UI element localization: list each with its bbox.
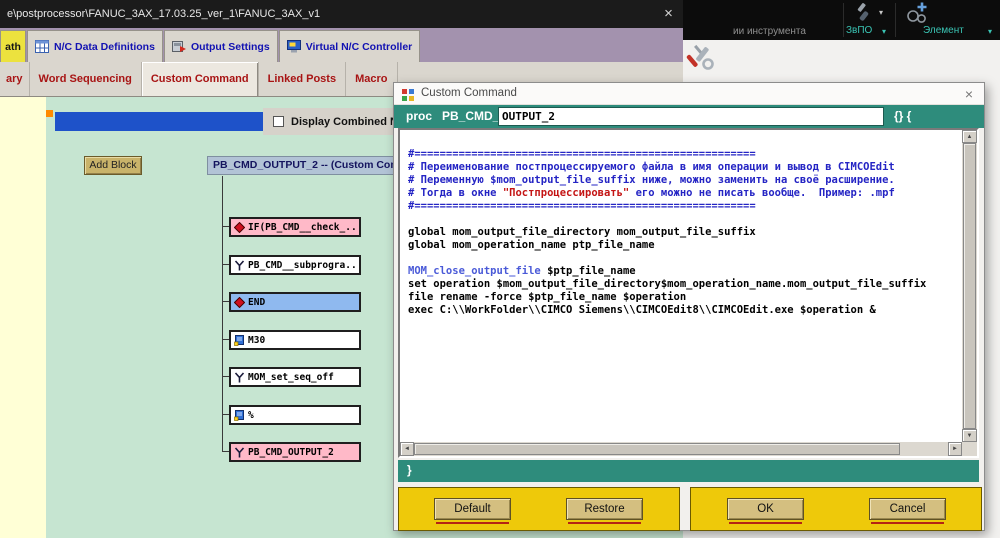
block-icon bbox=[234, 335, 245, 346]
tab-output-settings[interactable]: Output Settings bbox=[164, 30, 278, 62]
left-button-panel: Default Restore bbox=[398, 487, 680, 531]
default-button[interactable]: Default bbox=[434, 498, 511, 520]
scroll-down-button[interactable]: ▼ bbox=[962, 429, 977, 442]
close-icon[interactable]: × bbox=[654, 0, 683, 28]
tree-node-output2[interactable]: PB_CMD_OUTPUT_2 bbox=[229, 442, 361, 462]
custom-command-dialog: Custom Command × proc PB_CMD_ {} { #====… bbox=[393, 82, 985, 531]
pb-window-title: e\postprocessor\FANUC_3AX_17.03.25_ver_1… bbox=[7, 8, 320, 20]
tree-connector-line bbox=[222, 176, 223, 452]
virtual-nc-icon bbox=[287, 40, 301, 53]
output-settings-icon bbox=[172, 40, 186, 53]
branch-icon bbox=[234, 260, 245, 271]
tree-node-label: MOM_set_seq_off bbox=[248, 372, 356, 383]
diamond-icon bbox=[234, 297, 245, 308]
tab-word-sequencing[interactable]: Word Sequencing bbox=[30, 62, 142, 96]
scroll-right-button[interactable]: ► bbox=[948, 442, 962, 456]
tab-custom-command[interactable]: Custom Command bbox=[142, 62, 259, 96]
scroll-left-button[interactable]: ◄ bbox=[400, 442, 414, 456]
vertical-scrollbar[interactable]: ▲ ▼ bbox=[962, 130, 977, 442]
pb-titlebar: e\postprocessor\FANUC_3AX_17.03.25_ver_1… bbox=[0, 0, 683, 28]
dialog-title: Custom Command bbox=[421, 87, 517, 99]
combined-nc-label: Display Combined N/C bbox=[291, 116, 409, 128]
block-icon bbox=[234, 410, 245, 421]
toolbar-group-element[interactable]: Элемент bbox=[923, 25, 964, 36]
tree-node-if[interactable]: IF(PB_CMD__check_... bbox=[229, 217, 361, 237]
right-button-panel: OK Cancel bbox=[690, 487, 982, 531]
tree-node-label: M30 bbox=[248, 335, 356, 346]
toolbar-separator bbox=[843, 3, 844, 37]
toolbar-separator bbox=[895, 3, 896, 37]
proc-keyword: proc bbox=[406, 109, 432, 123]
tree-node-percent[interactable]: % bbox=[229, 405, 361, 425]
scrollbar-corner bbox=[962, 442, 977, 456]
chevron-down-icon[interactable]: ▾ bbox=[882, 27, 886, 37]
tree-node-end[interactable]: END bbox=[229, 292, 361, 312]
nc-data-icon bbox=[35, 40, 49, 53]
screen: ии инструмента ▾ ЗвПО ▾ Элемент ▾ e\post… bbox=[0, 0, 1000, 538]
main-tab-bar: ath N/C Data Definitions Output Settings… bbox=[0, 28, 683, 62]
closing-brace-bar: } bbox=[398, 460, 979, 482]
restore-button[interactable]: Restore bbox=[566, 498, 643, 520]
cancel-button[interactable]: Cancel bbox=[869, 498, 946, 520]
wrench-screwdriver-icon[interactable] bbox=[686, 42, 716, 77]
tab-program-tool-path[interactable]: ath bbox=[0, 30, 26, 62]
dialog-titlebar: Custom Command × bbox=[394, 83, 984, 105]
code-frame: #=======================================… bbox=[398, 128, 979, 458]
tree-node-label: PB_CMD_OUTPUT_2 bbox=[248, 447, 356, 458]
tab-linked-posts[interactable]: Linked Posts bbox=[259, 62, 346, 96]
branch-icon bbox=[234, 372, 245, 383]
external-app-toolbar: ии инструмента ▾ ЗвПО ▾ Элемент ▾ bbox=[683, 0, 1000, 40]
branch-icon bbox=[234, 447, 245, 458]
tab-label: N/C Data Definitions bbox=[54, 41, 155, 53]
chevron-down-icon[interactable]: ▾ bbox=[879, 8, 883, 18]
canvas-marker bbox=[46, 110, 53, 117]
close-icon[interactable]: × bbox=[960, 85, 978, 103]
tree-node-m30[interactable]: M30 bbox=[229, 330, 361, 350]
toolbar-caption: ии инструмента bbox=[733, 26, 806, 37]
tree-node-subprogram[interactable]: PB_CMD__subprogra... bbox=[229, 255, 361, 275]
tab-library[interactable]: ary bbox=[0, 62, 30, 96]
diamond-icon bbox=[234, 222, 245, 233]
command-tree: IF(PB_CMD__check_... PB_CMD__subprogra..… bbox=[222, 176, 368, 468]
tree-node-label: PB_CMD__subprogra... bbox=[248, 260, 356, 271]
tab-macro[interactable]: Macro bbox=[346, 62, 397, 96]
add-block-button[interactable]: Add Block bbox=[84, 156, 142, 175]
left-panel bbox=[0, 97, 46, 538]
chevron-down-icon[interactable]: ▾ bbox=[988, 27, 992, 37]
vertical-scroll-thumb[interactable] bbox=[963, 143, 976, 429]
tab-label: Output Settings bbox=[191, 41, 270, 53]
toolbar-group-zvpo[interactable]: ЗвПО bbox=[846, 25, 872, 36]
tab-label: Virtual N/C Controller bbox=[306, 41, 413, 53]
tree-node-label: IF(PB_CMD__check_... bbox=[248, 222, 356, 233]
proc-prefix: PB_CMD_ bbox=[442, 109, 499, 123]
tab-virtual-nc-controller[interactable]: Virtual N/C Controller bbox=[279, 30, 421, 62]
tab-nc-data-definitions[interactable]: N/C Data Definitions bbox=[27, 30, 163, 62]
tab-label: ath bbox=[5, 41, 21, 53]
horizontal-scrollbar[interactable]: ◄ ► bbox=[400, 442, 962, 456]
tree-node-mom-set-seq-off[interactable]: MOM_set_seq_off bbox=[229, 367, 361, 387]
scroll-up-button[interactable]: ▲ bbox=[962, 130, 977, 143]
horizontal-scroll-thumb[interactable] bbox=[414, 443, 900, 455]
post-builder-icon bbox=[402, 88, 414, 106]
code-editor[interactable]: #=======================================… bbox=[400, 130, 962, 442]
proc-signature-bar: proc PB_CMD_ {} { bbox=[394, 105, 984, 128]
tree-node-label: % bbox=[248, 410, 356, 421]
combined-nc-checkbox[interactable] bbox=[273, 116, 284, 127]
proc-name-input[interactable] bbox=[498, 107, 884, 126]
ok-button[interactable]: OK bbox=[727, 498, 804, 520]
proc-braces: {} { bbox=[894, 109, 911, 123]
tree-node-label: END bbox=[248, 297, 356, 308]
